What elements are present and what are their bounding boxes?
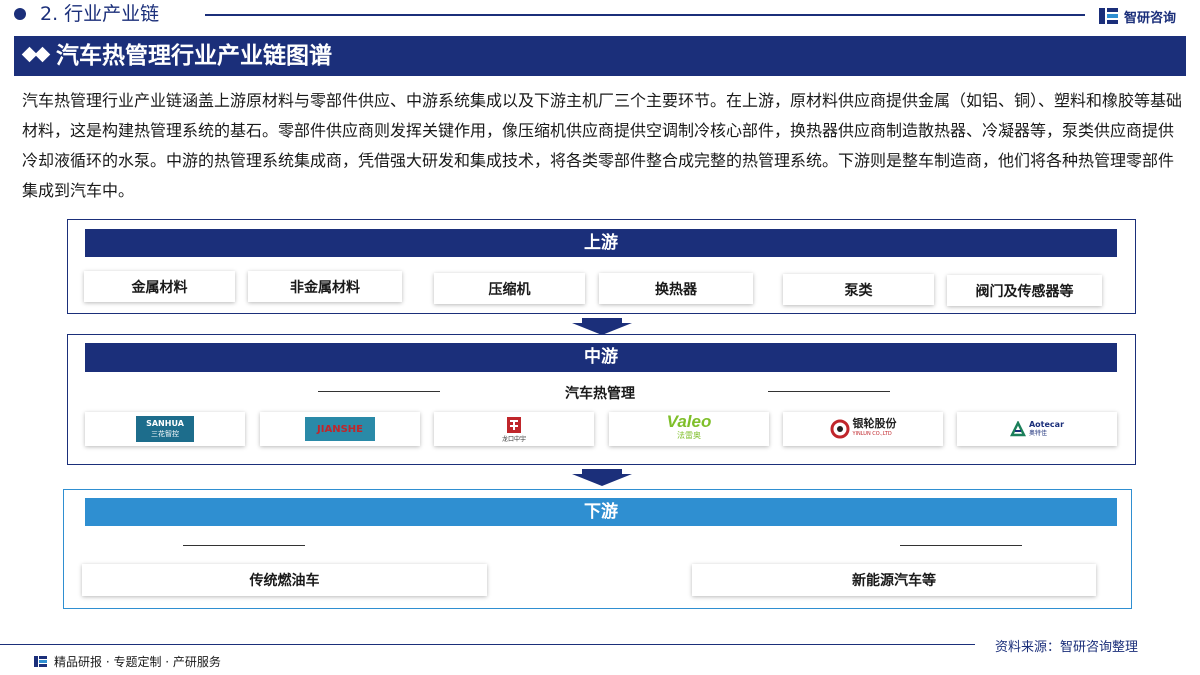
valeo-logo: Valeo 法雷奥 — [666, 412, 712, 443]
section-bullet — [14, 8, 26, 20]
flow-arrow-down-icon — [572, 474, 632, 486]
logo-card-jianshe: JIANSHE — [260, 412, 420, 446]
yinlun-logo: 银轮股份 YINLUN CO.,LTD — [830, 418, 897, 440]
downstream-right-rule — [900, 545, 1022, 546]
sanhua-logo-text: SANHUA — [146, 419, 184, 428]
upstream-item: 换热器 — [599, 273, 753, 304]
logo-card-valeo: Valeo 法雷奥 — [609, 412, 769, 446]
footer-divider — [0, 644, 975, 645]
upstream-item: 阀门及传感器等 — [947, 275, 1102, 306]
aotecar-logo: Aotecar 奥特佳 — [1009, 420, 1064, 438]
section-divider — [205, 14, 1085, 16]
downstream-item: 新能源汽车等 — [692, 564, 1096, 596]
downstream-item: 传统燃油车 — [82, 564, 487, 596]
source-note: 资料来源：智研咨询整理 — [995, 640, 1139, 655]
valeo-logo-text: Valeo — [666, 412, 712, 431]
main-title: 汽车热管理行业产业链图谱 — [56, 43, 332, 69]
downstream-bar: 下游 — [85, 498, 1117, 526]
logo-card-aotecar: Aotecar 奥特佳 — [957, 412, 1117, 446]
logo-card-longkou: 龙口中宇 — [434, 412, 594, 446]
section-title: 2. 行业产业链 — [40, 3, 160, 25]
sanhua-logo-sub: 三花智控 — [151, 430, 179, 438]
longkou-logo-text: 龙口中宇 — [501, 435, 526, 443]
yinlun-logo-icon — [830, 419, 849, 439]
aotecar-logo-icon — [1009, 421, 1026, 437]
upstream-item: 金属材料 — [84, 271, 235, 302]
footer-tagline: 精品研报 · 专题定制 · 产研服务 — [34, 653, 221, 670]
logo-card-yinlun: 银轮股份 YINLUN CO.,LTD — [783, 412, 943, 446]
jianshe-logo-text: JIANSHE — [317, 423, 363, 435]
yinlun-logo-textgroup: 银轮股份 YINLUN CO.,LTD — [853, 418, 897, 440]
footer-tagline-text: 精品研报 · 专题定制 · 产研服务 — [54, 655, 221, 669]
aotecar-logo-sub: 奥特佳 — [1028, 430, 1047, 437]
brand-logo-icon — [1099, 8, 1118, 24]
jianshe-logo: JIANSHE — [305, 417, 375, 441]
yinlun-logo-sub: YINLUN CO.,LTD — [852, 431, 892, 437]
longkou-logo: 龙口中宇 — [502, 416, 526, 443]
upstream-bar: 上游 — [85, 229, 1117, 257]
upstream-item: 泵类 — [783, 274, 934, 305]
sanhua-logo: SANHUA 三花智控 — [136, 416, 194, 442]
yinlun-logo-text: 银轮股份 — [852, 417, 897, 430]
brand-logo-text: 智研咨询 — [1124, 10, 1177, 26]
upstream-item: 非金属材料 — [248, 271, 402, 302]
intro-paragraph: 汽车热管理行业产业链涵盖上游原材料与零部件供应、中游系统集成以及下游主机厂三个主… — [22, 91, 1183, 200]
longkou-logo-icon — [506, 416, 521, 433]
midstream-left-rule — [318, 391, 440, 392]
midstream-bar: 中游 — [85, 343, 1117, 372]
brand-logo: 智研咨询 — [1098, 5, 1176, 27]
aotecar-logo-text: Aotecar — [1028, 420, 1065, 429]
downstream-left-rule — [183, 545, 305, 546]
brand-mini-icon — [34, 656, 47, 667]
midstream-right-rule — [768, 391, 890, 392]
valeo-logo-sub: 法雷奥 — [676, 431, 701, 440]
aotecar-logo-textgroup: Aotecar 奥特佳 — [1029, 420, 1064, 438]
upstream-item: 压缩机 — [434, 273, 585, 304]
midstream-sublabel: 汽车热管理 — [565, 386, 635, 402]
logo-card-sanhua: SANHUA 三花智控 — [85, 412, 245, 446]
